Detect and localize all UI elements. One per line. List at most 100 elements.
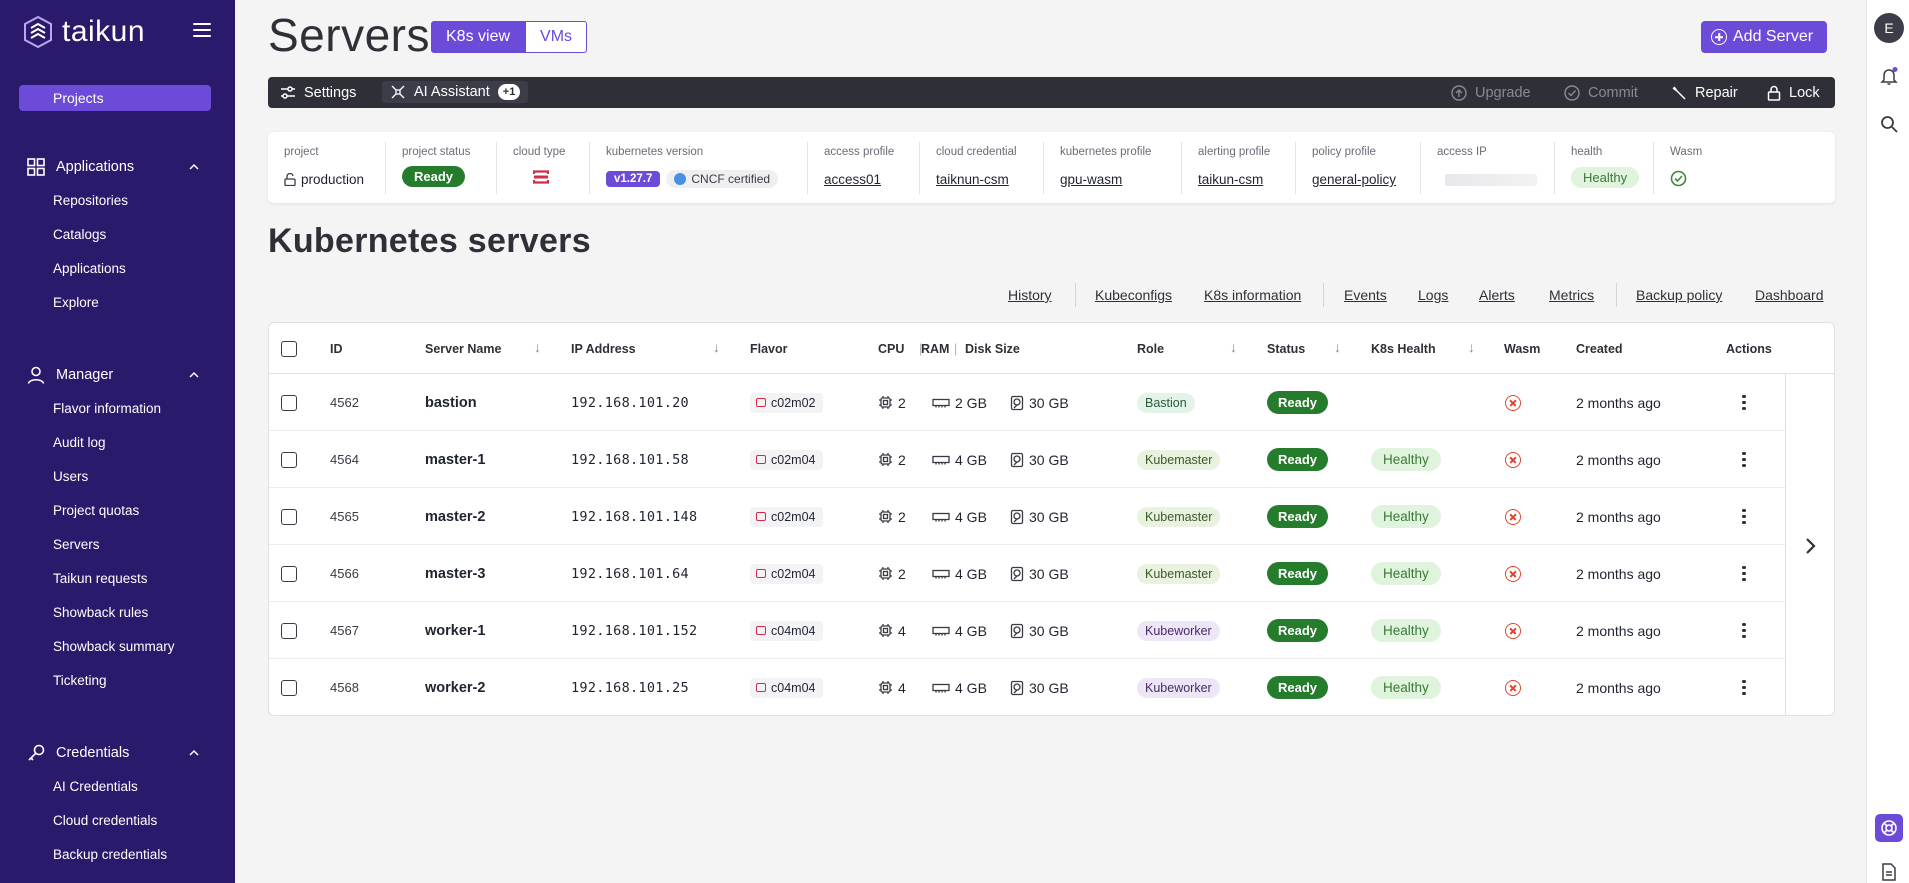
chevron-right-icon <box>1806 537 1816 554</box>
sidebar-item-cloud-credentials[interactable]: Cloud credentials <box>0 804 235 838</box>
disk-icon <box>1010 623 1024 638</box>
k8s-information-link[interactable]: K8s information <box>1204 287 1301 303</box>
column-ram[interactable]: RAM <box>921 342 949 356</box>
dashboard-link[interactable]: Dashboard <box>1755 287 1824 303</box>
history-link[interactable]: History <box>1008 287 1052 303</box>
column-wasm[interactable]: Wasm <box>1504 342 1540 356</box>
repair-button[interactable]: Repair <box>1671 77 1738 108</box>
row-checkbox[interactable] <box>281 679 297 696</box>
column-id[interactable]: ID <box>330 342 343 356</box>
column-created[interactable]: Created <box>1576 342 1623 356</box>
more-actions-icon[interactable] <box>1736 505 1752 529</box>
access-profile-link[interactable]: access01 <box>824 172 881 187</box>
disk-icon <box>1010 509 1024 524</box>
commit-button[interactable]: Commit <box>1564 77 1638 108</box>
health-badge: Healthy <box>1371 448 1441 471</box>
sort-arrow-icon[interactable]: ↓ <box>1468 339 1475 355</box>
sidebar-item-project-quotas[interactable]: Project quotas <box>0 494 235 528</box>
lock-button[interactable]: Lock <box>1767 77 1820 108</box>
table-row[interactable]: 4568 worker-2 192.168.101.25 c04m04 4 4 GB 30 … <box>269 659 1785 715</box>
bell-icon[interactable] <box>1879 66 1899 86</box>
column-disk-size[interactable]: Disk Size <box>965 342 1020 356</box>
more-actions-icon[interactable] <box>1736 676 1752 700</box>
row-checkbox[interactable] <box>281 565 297 582</box>
table-row[interactable]: 4562 bastion 192.168.101.20 c02m02 2 2 GB 30 G… <box>269 374 1785 431</box>
sidebar-item-explore[interactable]: Explore <box>0 286 235 320</box>
column-role[interactable]: Role <box>1137 342 1164 356</box>
sort-arrow-icon[interactable]: ↓ <box>713 339 720 355</box>
sidebar-item-repositories[interactable]: Repositories <box>0 184 235 218</box>
nav-group-manager-header[interactable]: Manager <box>0 362 235 388</box>
toolbar: Settings AI Assistant +1 Upgrade Commit … <box>268 77 1835 108</box>
chevron-up-icon[interactable] <box>189 748 199 758</box>
avatar[interactable]: E <box>1874 13 1904 43</box>
table-row[interactable]: 4567 worker-1 192.168.101.152 c04m04 4 4 GB 30… <box>269 602 1785 659</box>
column-status[interactable]: Status <box>1267 342 1305 356</box>
sidebar-item-flavor-information[interactable]: Flavor information <box>0 392 235 426</box>
nav-group-credentials-header[interactable]: Credentials <box>0 740 235 766</box>
sidebar-item-applications[interactable]: Applications <box>0 252 235 286</box>
row-checkbox[interactable] <box>281 622 297 639</box>
cpu-cell: 2 <box>878 431 906 488</box>
menu-toggle-icon[interactable] <box>193 23 211 37</box>
nav-group-manager: Manager Flavor information Audit log Use… <box>0 362 235 698</box>
policy-profile-link[interactable]: general-policy <box>1312 172 1396 187</box>
more-actions-icon[interactable] <box>1736 619 1752 643</box>
ai-assistant-button[interactable]: AI Assistant +1 <box>382 81 529 103</box>
sort-arrow-icon[interactable]: ↓ <box>1334 339 1341 355</box>
alerting-profile-link[interactable]: taikun-csm <box>1198 172 1263 187</box>
k8s-version-badge: v1.27.7 <box>606 171 661 187</box>
sort-arrow-icon[interactable]: ↓ <box>1230 339 1237 355</box>
logs-link[interactable]: Logs <box>1418 287 1448 303</box>
sidebar-item-ticketing[interactable]: Ticketing <box>0 664 235 698</box>
chevron-up-icon[interactable] <box>189 370 199 380</box>
table-row[interactable]: 4564 master-1 192.168.101.58 c02m04 2 4 GB 30 … <box>269 431 1785 488</box>
scroll-right-button[interactable] <box>1785 374 1834 715</box>
sidebar-item-showback-summary[interactable]: Showback summary <box>0 630 235 664</box>
help-button[interactable] <box>1875 814 1903 842</box>
backup-policy-link[interactable]: Backup policy <box>1636 287 1722 303</box>
table-row[interactable]: 4566 master-3 192.168.101.64 c02m04 2 4 GB 30 … <box>269 545 1785 602</box>
more-actions-icon[interactable] <box>1736 448 1752 472</box>
column-cpu[interactable]: CPU <box>878 342 904 356</box>
sidebar-item-backup-credentials[interactable]: Backup credentials <box>0 838 235 872</box>
metrics-link[interactable]: Metrics <box>1549 287 1594 303</box>
row-checkbox[interactable] <box>281 394 297 411</box>
search-icon[interactable] <box>1879 114 1899 134</box>
sidebar-item-audit-log[interactable]: Audit log <box>0 426 235 460</box>
brand[interactable]: taikun <box>20 14 145 50</box>
column-k8s-health[interactable]: K8s Health <box>1371 342 1436 356</box>
sidebar-item-showback-rules[interactable]: Showback rules <box>0 596 235 630</box>
sort-arrow-icon[interactable]: ↓ <box>534 339 541 355</box>
vms-view-tab[interactable]: VMs <box>525 21 588 53</box>
row-checkbox[interactable] <box>281 508 297 525</box>
chevron-up-icon[interactable] <box>189 162 199 172</box>
add-server-button[interactable]: Add Server <box>1701 21 1828 53</box>
kubeconfigs-link[interactable]: Kubeconfigs <box>1095 287 1172 303</box>
column-ip-address[interactable]: IP Address <box>571 342 636 356</box>
sidebar-item-ai-credentials[interactable]: AI Credentials <box>0 770 235 804</box>
column-flavor[interactable]: Flavor <box>750 342 788 356</box>
more-actions-icon[interactable] <box>1736 562 1752 586</box>
sidebar-item-servers[interactable]: Servers <box>0 528 235 562</box>
column-server-name[interactable]: Server Name <box>425 342 501 356</box>
sidebar-item-taikun-requests[interactable]: Taikun requests <box>0 562 235 596</box>
upgrade-button[interactable]: Upgrade <box>1451 77 1531 108</box>
projects-button[interactable]: Projects <box>19 85 211 111</box>
row-checkbox[interactable] <box>281 451 297 468</box>
cpu-value: 2 <box>898 394 906 411</box>
sidebar-item-catalogs[interactable]: Catalogs <box>0 218 235 252</box>
grid-icon <box>27 158 45 176</box>
cloud-credential-link[interactable]: taiknun-csm <box>936 172 1009 187</box>
kubernetes-profile-link[interactable]: gpu-wasm <box>1060 172 1122 187</box>
k8s-view-tab[interactable]: K8s view <box>431 21 526 53</box>
events-link[interactable]: Events <box>1344 287 1387 303</box>
alerts-link[interactable]: Alerts <box>1479 287 1515 303</box>
document-icon[interactable] <box>1879 862 1899 882</box>
select-all-checkbox[interactable] <box>281 341 297 357</box>
settings-button[interactable]: Settings <box>280 77 356 108</box>
table-row[interactable]: 4565 master-2 192.168.101.148 c02m04 2 4 GB 30… <box>269 488 1785 545</box>
more-actions-icon[interactable] <box>1736 391 1752 415</box>
nav-group-applications-header[interactable]: Applications <box>0 154 235 180</box>
sidebar-item-users[interactable]: Users <box>0 460 235 494</box>
